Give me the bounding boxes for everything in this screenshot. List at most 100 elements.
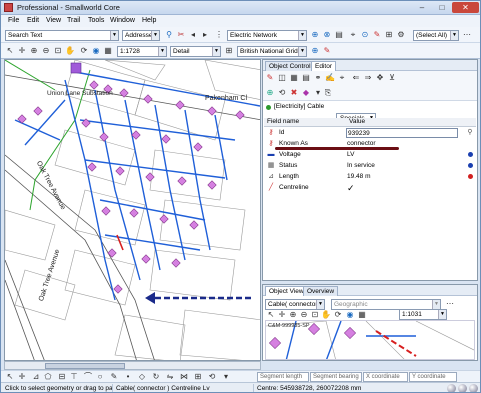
ov-zoom-in-icon[interactable]: ⊕ <box>288 310 298 320</box>
dropdown-icon[interactable]: ▾ <box>313 88 323 98</box>
draw-arc-icon[interactable]: ⌒ <box>83 372 93 382</box>
geometry-icon[interactable]: ◆ <box>301 88 311 98</box>
segment-bearing-input[interactable]: Segment bearing <box>310 372 362 382</box>
column-header-value[interactable]: Value <box>346 118 476 127</box>
left-arrow-icon[interactable]: ⇐ <box>351 73 361 83</box>
draw-circle-icon[interactable]: ○ <box>95 372 105 382</box>
network-select[interactable]: Electric Network ▼ <box>227 30 307 41</box>
ov-zoom-out-icon[interactable]: ⊖ <box>299 310 309 320</box>
binoculars-icon[interactable]: ⚭ <box>313 73 323 83</box>
draw-mirror-icon[interactable]: ⇋ <box>165 372 175 382</box>
globe-icon[interactable]: ◉ <box>91 46 101 56</box>
ov-cross-icon[interactable]: ✛ <box>277 310 287 320</box>
search-icon[interactable]: ⚲ <box>164 30 174 40</box>
maximize-button[interactable]: □ <box>432 2 452 13</box>
field-value[interactable]: 19.48 m <box>347 172 371 182</box>
detail-select[interactable]: Detail ▼ <box>170 46 221 57</box>
zoom-window-icon[interactable]: ⊡ <box>53 46 63 56</box>
move-icon[interactable]: ✥ <box>375 73 385 83</box>
right-arrow-icon[interactable]: ⇒ <box>363 73 373 83</box>
cross-pointer-icon[interactable]: ✛ <box>17 46 27 56</box>
grid-icon[interactable]: ▦ <box>103 46 113 56</box>
pan-hand-icon[interactable]: ✋ <box>65 46 75 56</box>
overview-options-icon[interactable]: ⋯ <box>445 299 455 309</box>
map-canvas[interactable] <box>5 60 261 361</box>
split-icon[interactable]: ⊻ <box>387 73 397 83</box>
zoom-in-icon[interactable]: ⊕ <box>29 46 39 56</box>
ov-refresh-icon[interactable]: ⟳ <box>333 310 343 320</box>
ov-grid-icon[interactable]: ▦ <box>357 310 367 320</box>
column-header-field-name[interactable]: Field name <box>264 118 346 127</box>
draw-rotate-icon[interactable]: ↻ <box>151 372 161 382</box>
field-value[interactable]: LV <box>347 150 354 160</box>
draw-align-icon[interactable]: ⊟ <box>57 372 67 382</box>
properties-icon[interactable]: ⊞ <box>384 30 394 40</box>
object-select[interactable]: Cable( connector ) ▼ <box>265 299 325 310</box>
attribute-row-length[interactable]: ⊿ Length 19.48 m <box>264 172 476 183</box>
draw-undo-icon[interactable]: ⟲ <box>207 372 217 382</box>
minimize-button[interactable]: – <box>412 2 432 13</box>
attribute-row-voltage[interactable]: ▬ Voltage LV <box>264 150 476 161</box>
ov-scale-select[interactable]: 1:1031 ▼ <box>399 309 447 320</box>
pin-icon[interactable]: ⚲ <box>466 129 474 137</box>
field-value-input[interactable]: 939239 <box>346 128 458 138</box>
draw-options-icon[interactable]: ▾ <box>221 372 231 382</box>
attribute-row-status[interactable]: ▦ Status In service <box>264 161 476 172</box>
selection-select[interactable]: (Select All) ▼ <box>413 30 459 41</box>
pointer-icon[interactable]: ↖ <box>5 46 15 56</box>
lock-icon[interactable]: ◫ <box>277 73 287 83</box>
ov-globe-icon[interactable]: ◉ <box>345 310 355 320</box>
field-value[interactable]: In service <box>347 161 375 171</box>
tab-overview[interactable]: Overview <box>303 286 339 296</box>
insert-icon[interactable]: ⊕ <box>265 88 275 98</box>
tab-object-view[interactable]: Object View <box>265 286 308 296</box>
refresh-icon[interactable]: ⟳ <box>79 46 89 56</box>
map-view[interactable]: Union Lane Substation Pakenham Cl Oak Tr… <box>4 59 261 361</box>
select-tool-icon[interactable]: ⌖ <box>348 30 358 40</box>
draw-pointer-icon[interactable]: ↖ <box>5 372 15 382</box>
draw-cross-icon[interactable]: ✛ <box>17 372 27 382</box>
field-value-checkmark[interactable]: ✓ <box>347 183 355 193</box>
copy-icon[interactable]: ⎘ <box>323 88 333 98</box>
forward-icon[interactable]: ▸ <box>200 30 210 40</box>
attribute-row-centreline[interactable]: ╱ Centreline ✓ <box>264 183 476 194</box>
draw-line-icon[interactable]: ⊿ <box>31 372 41 382</box>
search-source-select[interactable]: Addresses ▼ <box>122 30 160 41</box>
ov-pointer-icon[interactable]: ↖ <box>266 310 276 320</box>
goto-icon[interactable]: ⊕ <box>310 46 320 56</box>
ov-zoom-window-icon[interactable]: ⊡ <box>310 310 320 320</box>
draw-edit-icon[interactable]: ✎ <box>109 372 119 382</box>
scrollbar-thumb[interactable] <box>45 363 125 369</box>
draw-snap-icon[interactable]: ⊤ <box>69 372 79 382</box>
y-coordinate-input[interactable]: Y coordinate <box>409 372 457 382</box>
menu-file[interactable]: File <box>8 17 19 24</box>
menu-edit[interactable]: Edit <box>27 17 39 24</box>
back-icon[interactable]: ◂ <box>188 30 198 40</box>
draw-split-icon[interactable]: ⋈ <box>179 372 189 382</box>
layers-icon[interactable]: ▤ <box>334 30 344 40</box>
menu-trail[interactable]: Trail <box>67 17 80 24</box>
search-type-select[interactable]: Search Text ▼ <box>5 30 119 41</box>
query-icon[interactable]: ⊙ <box>360 30 370 40</box>
update-icon[interactable]: ⟲ <box>277 88 287 98</box>
trace-icon[interactable]: ⊕ <box>310 30 320 40</box>
grid-system-select[interactable]: British National Grid ▼ <box>237 46 307 57</box>
bookmark-icon[interactable]: ✎ <box>322 46 332 56</box>
scale-select[interactable]: 1:1728 ▼ <box>117 46 167 57</box>
map-icon[interactable]: ▤ <box>301 73 311 83</box>
menu-window[interactable]: Window <box>110 17 135 24</box>
edit-icon[interactable]: ✍ <box>325 73 335 83</box>
segment-length-input[interactable]: Segment length <box>257 372 309 382</box>
x-coordinate-input[interactable]: X coordinate <box>363 372 408 382</box>
tab-object-control[interactable]: Object Control <box>265 61 315 71</box>
find-icon[interactable]: ✂ <box>176 30 186 40</box>
close-button[interactable]: ✕ <box>452 2 479 13</box>
tab-editor[interactable]: Editor <box>311 61 336 71</box>
object-view-map[interactable]: C&M-999985-SP <box>265 320 475 360</box>
zoom-out-icon[interactable]: ⊖ <box>41 46 51 56</box>
attribute-row-id[interactable]: ⚷ Id 939239 ⚲ <box>264 128 476 139</box>
grid-view-icon[interactable]: ▦ <box>289 73 299 83</box>
draw-polygon-icon[interactable]: ⬠ <box>43 372 53 382</box>
new-object-icon[interactable]: ✎ <box>265 73 275 83</box>
draw-vertex-icon[interactable]: ◇ <box>137 372 147 382</box>
